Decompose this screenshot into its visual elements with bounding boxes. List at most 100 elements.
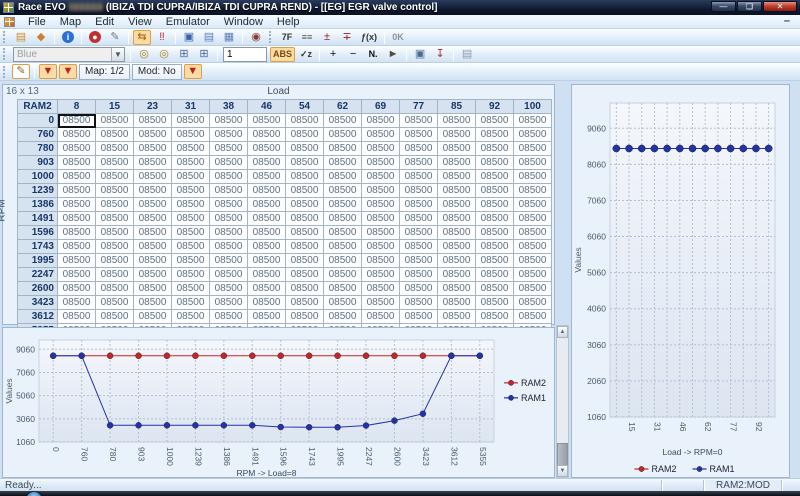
grid-cell[interactable]: 08500	[134, 296, 172, 310]
grid-cell[interactable]: 08500	[96, 198, 134, 212]
grid-col-header[interactable]: 46	[248, 100, 286, 114]
menu-item-window[interactable]: Window	[217, 15, 270, 29]
grid-cell[interactable]: 08500	[514, 268, 552, 282]
grid-cell[interactable]: 08500	[400, 282, 438, 296]
grid-cell[interactable]: 08500	[400, 142, 438, 156]
grid-row-header[interactable]: 780	[18, 142, 58, 156]
grid-cell[interactable]: 08500	[58, 310, 96, 324]
grid-cell[interactable]: 08500	[172, 198, 210, 212]
grid-cell[interactable]: 08500	[286, 254, 324, 268]
grid-cell[interactable]: 08500	[476, 310, 514, 324]
grid-cell[interactable]: 08500	[96, 254, 134, 268]
grid-cell[interactable]: 08500	[134, 240, 172, 254]
grid-cell[interactable]: 08500	[400, 212, 438, 226]
grid-cell[interactable]: 08500	[172, 254, 210, 268]
grid-cell[interactable]: 08500	[96, 156, 134, 170]
grid-cell[interactable]: 08500	[514, 142, 552, 156]
grid-cell[interactable]: 08500	[58, 296, 96, 310]
mod-toggle-button[interactable]: ▼	[184, 64, 202, 79]
grid-cell[interactable]: 08500	[210, 226, 248, 240]
grid-cell[interactable]: 08500	[438, 198, 476, 212]
grid-cell[interactable]: 08500	[324, 170, 362, 184]
grid-cell[interactable]: 08500	[172, 114, 210, 128]
grid-cell[interactable]: 08500	[210, 114, 248, 128]
hand-edit-icon[interactable]: ►	[384, 47, 402, 62]
chevron-down-icon[interactable]: ▼	[111, 48, 124, 61]
grid-cell[interactable]: 08500	[476, 156, 514, 170]
grid-cell[interactable]: 08500	[96, 226, 134, 240]
grid-cell[interactable]: 08500	[514, 156, 552, 170]
grid-cell[interactable]: 08500	[476, 198, 514, 212]
grid-cell[interactable]: 08500	[172, 128, 210, 142]
grid-col-header[interactable]: 15	[96, 100, 134, 114]
prev-mod-button[interactable]: ▼	[39, 64, 57, 79]
grid-cell[interactable]: 08500	[172, 156, 210, 170]
grid-cell[interactable]: 08500	[286, 198, 324, 212]
grid-cell[interactable]: 08500	[400, 240, 438, 254]
grid-cell[interactable]: 08500	[400, 254, 438, 268]
grid-cell[interactable]: 08500	[58, 268, 96, 282]
grid-cell[interactable]: 08500	[58, 114, 96, 128]
grid-cell[interactable]: 08500	[286, 128, 324, 142]
scroll-down-icon[interactable]: ▼	[557, 465, 568, 477]
grid-cell[interactable]: 08500	[96, 268, 134, 282]
start-orb-icon[interactable]	[26, 492, 42, 496]
step-value-input[interactable]	[223, 47, 267, 62]
grid-cell[interactable]: 08500	[172, 296, 210, 310]
normalize-icon[interactable]: N.	[364, 47, 382, 62]
grid-cell[interactable]: 08500	[438, 128, 476, 142]
grid-col-header[interactable]: 38	[210, 100, 248, 114]
grid-cell[interactable]: 08500	[286, 212, 324, 226]
grid-cell[interactable]: 08500	[324, 310, 362, 324]
grid-cell[interactable]: 08500	[58, 198, 96, 212]
grid-cell[interactable]: 08500	[286, 142, 324, 156]
grid-cell[interactable]: 08500	[476, 226, 514, 240]
grid-cell[interactable]: 08500	[324, 296, 362, 310]
vertical-scrollbar[interactable]: ▲ ▼	[556, 325, 569, 478]
grid-cell[interactable]: 08500	[514, 282, 552, 296]
grid-cell[interactable]: 08500	[514, 170, 552, 184]
scroll-up-icon[interactable]: ▲	[557, 326, 568, 338]
grid-cell[interactable]: 08500	[172, 226, 210, 240]
grid-cell[interactable]: 08500	[248, 114, 286, 128]
grid-col-header[interactable]: 85	[438, 100, 476, 114]
grid-cell[interactable]: 08500	[210, 240, 248, 254]
grid-cell[interactable]: 08500	[400, 198, 438, 212]
grid-cell[interactable]: 08500	[400, 268, 438, 282]
grid-cell[interactable]: 08500	[210, 198, 248, 212]
grid-cell[interactable]: 08500	[134, 212, 172, 226]
grid-cell[interactable]: 08500	[438, 114, 476, 128]
grid-cell[interactable]: 08500	[476, 296, 514, 310]
grid-cell[interactable]: 08500	[58, 170, 96, 184]
grid-cell[interactable]: 08500	[438, 240, 476, 254]
grid-cell[interactable]: 08500	[134, 198, 172, 212]
grid-cell[interactable]: 08500	[324, 240, 362, 254]
grid-cell[interactable]: 08500	[324, 142, 362, 156]
grid-cell[interactable]: 08500	[438, 156, 476, 170]
grid-cell[interactable]: 08500	[438, 184, 476, 198]
grid-cell[interactable]: 08500	[210, 142, 248, 156]
grid-row-header[interactable]: 0	[18, 114, 58, 128]
grid-cell[interactable]: 08500	[362, 142, 400, 156]
grid-cell[interactable]: 08500	[134, 184, 172, 198]
grid-cell[interactable]: 08500	[58, 142, 96, 156]
grid-cell[interactable]: 08500	[324, 226, 362, 240]
grid-cell[interactable]: 08500	[248, 254, 286, 268]
grid-cell[interactable]: 08500	[514, 212, 552, 226]
grid-cell[interactable]: 08500	[172, 142, 210, 156]
grid-cell[interactable]: 08500	[134, 282, 172, 296]
menu-item-file[interactable]: File	[21, 15, 53, 29]
az-check-icon[interactable]: ✓z	[297, 47, 315, 62]
grid-cell[interactable]: 08500	[476, 240, 514, 254]
grid-cell[interactable]: 08500	[210, 184, 248, 198]
grid-cell[interactable]: 08500	[476, 142, 514, 156]
grid-row-header[interactable]: 2600	[18, 282, 58, 296]
grid-cell[interactable]: 08500	[134, 114, 172, 128]
grid-cell[interactable]: 08500	[362, 254, 400, 268]
grid-cell[interactable]: 08500	[172, 310, 210, 324]
grid-row-header[interactable]: 1000	[18, 170, 58, 184]
grid-cell[interactable]: 08500	[438, 226, 476, 240]
find-prev-icon[interactable]: ◎	[135, 47, 153, 62]
grid-row-header[interactable]: 760	[18, 128, 58, 142]
grid-cell[interactable]: 08500	[210, 310, 248, 324]
